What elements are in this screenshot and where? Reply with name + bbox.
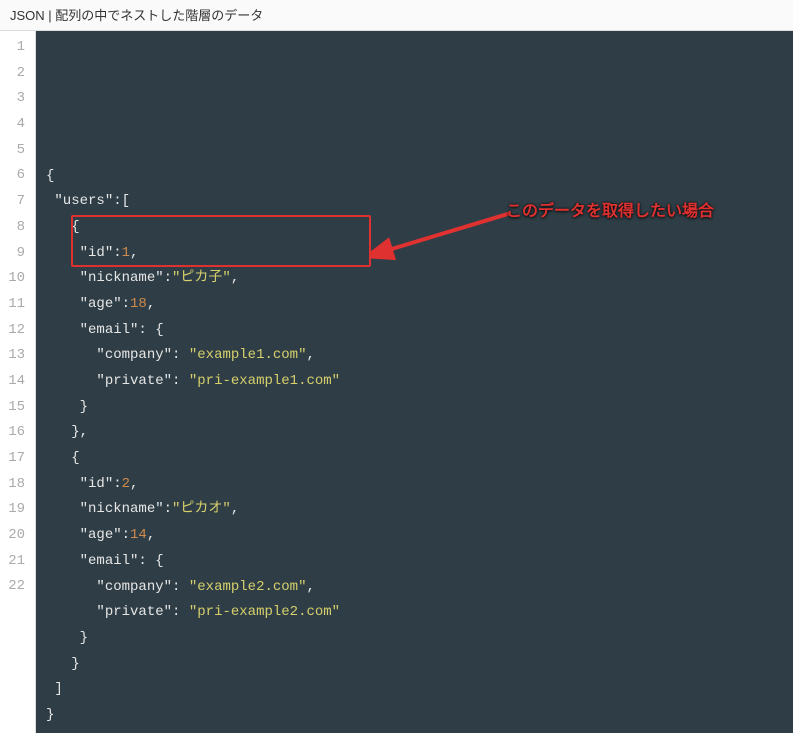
line-number: 6 (6, 163, 25, 189)
line-number: 2 (6, 61, 25, 87)
line-number: 14 (6, 369, 25, 395)
code-line: "company": "example1.com", (46, 343, 793, 369)
line-number: 17 (6, 446, 25, 472)
line-number: 4 (6, 112, 25, 138)
code-line: "id":1, (46, 241, 793, 267)
line-number: 22 (6, 574, 25, 600)
code-line: "private": "pri-example1.com" (46, 369, 793, 395)
code-line: }, (46, 420, 793, 446)
code-area: このデータを取得したい場合 { "users":[ { "id":1, "nic… (36, 31, 793, 733)
code-line: "age":18, (46, 292, 793, 318)
code-line: "company": "example2.com", (46, 575, 793, 601)
line-number: 13 (6, 343, 25, 369)
code-line: } (46, 652, 793, 678)
line-number: 11 (6, 292, 25, 318)
line-number: 8 (6, 215, 25, 241)
code-line: } (46, 703, 793, 729)
line-number: 1 (6, 35, 25, 61)
line-number: 16 (6, 420, 25, 446)
code-line: "nickname":"ピカオ", (46, 497, 793, 523)
line-number-gutter: 12345678910111213141516171819202122 (0, 31, 36, 733)
header-title: JSON | 配列の中でネストした階層のデータ (10, 8, 263, 23)
header-bar: JSON | 配列の中でネストした階層のデータ (0, 0, 793, 31)
code-line: ] (46, 677, 793, 703)
line-number: 10 (6, 266, 25, 292)
line-number: 20 (6, 523, 25, 549)
line-number: 19 (6, 497, 25, 523)
code-line: "private": "pri-example2.com" (46, 600, 793, 626)
code-line: "email": { (46, 318, 793, 344)
annotation-text: このデータを取得したい場合 (506, 199, 714, 225)
code-line: } (46, 395, 793, 421)
code-line: "age":14, (46, 523, 793, 549)
code-line: "nickname":"ピカ子", (46, 266, 793, 292)
line-number: 12 (6, 318, 25, 344)
code-line: "id":2, (46, 472, 793, 498)
line-number: 3 (6, 86, 25, 112)
code-line: "email": { (46, 549, 793, 575)
code-line: { (46, 164, 793, 190)
code-editor: 12345678910111213141516171819202122 このデー… (0, 31, 793, 733)
line-number: 5 (6, 138, 25, 164)
line-number: 9 (6, 241, 25, 267)
line-number: 7 (6, 189, 25, 215)
code-line: } (46, 626, 793, 652)
code-line: { (46, 446, 793, 472)
line-number: 21 (6, 549, 25, 575)
line-number: 18 (6, 472, 25, 498)
line-number: 15 (6, 395, 25, 421)
